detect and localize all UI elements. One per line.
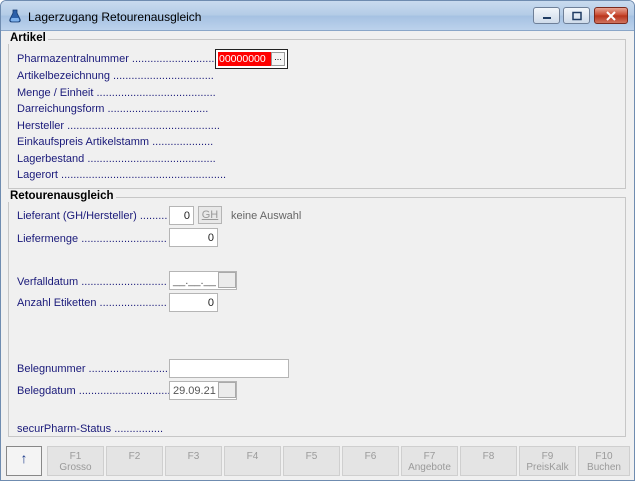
menge-einheit-label: Menge / Einheit ........................… [17,87,216,99]
belegdatum-calendar-button[interactable] [218,382,236,398]
f7-button[interactable]: F7 Angebote [401,446,458,476]
verfalldatum-calendar-button[interactable] [218,272,236,288]
f9-key: F9 [541,451,554,462]
minimize-icon [542,16,551,19]
pzn-value[interactable]: 00000000 [218,52,273,66]
minimize-button[interactable] [533,7,560,24]
etiketten-input[interactable]: 0 [169,293,218,312]
maximize-button[interactable] [563,7,590,24]
window-title: Lagerzugang Retourenausgleich [28,10,202,24]
up-arrow-icon: ↑ [20,450,28,466]
belegdatum-label: Belegdatum .............................… [17,385,171,397]
f5-button[interactable]: F5 [283,446,340,476]
f3-button[interactable]: F3 [165,446,222,476]
liefermenge-input[interactable]: 0 [169,228,218,247]
f9-label: PreisKalk [526,462,569,473]
f10-key: F10 [595,451,613,462]
up-arrow-button[interactable]: ↑ [6,446,42,476]
f10-label: Buchen [587,462,621,473]
belegnummer-input[interactable] [169,359,289,378]
main-window: Lagerzugang Retourenausgleich Artikel Ph… [0,0,635,481]
function-key-bar: ↑ F1 Grosso F2 F3 F4 F5 F6 F7 Angebote F8 … [6,446,630,476]
close-icon [606,10,616,21]
belegnummer-label: Belegnummer ........................... [17,363,172,375]
lagerort-label: Lagerort ...............................… [17,169,227,181]
lieferant-input[interactable]: 0 [169,206,194,225]
f3-key: F3 [187,451,200,462]
pzn-field[interactable]: 00000000 ... [215,49,288,69]
retoure-group-title: Retourenausgleich [8,190,116,202]
maximize-icon [571,11,582,20]
f1-key: F1 [69,451,82,462]
f4-button[interactable]: F4 [224,446,281,476]
f2-button[interactable]: F2 [106,446,163,476]
f6-key: F6 [364,451,377,462]
gh-button[interactable]: GH [198,206,222,224]
liefermenge-label: Liefermenge ............................ [17,233,167,245]
f5-key: F5 [305,451,318,462]
securpharm-label: securPharm-Status ................ [17,423,164,435]
f4-key: F4 [246,451,259,462]
hersteller-label: Hersteller .............................… [17,120,220,132]
einkaufspreis-label: Einkaufspreis Artikelstamm .............… [17,136,214,148]
f1-button[interactable]: F1 Grosso [47,446,104,476]
dialog-content: Artikel Pharmazentralnummer ............… [1,31,634,480]
f8-button[interactable]: F8 [460,446,517,476]
pzn-label: Pharmazentralnummer ....................… [17,53,224,65]
artikelbezeichnung-label: Artikelbezeichnung .....................… [17,70,214,82]
f1-label: Grosso [59,462,92,473]
close-button[interactable] [594,7,628,24]
artikel-group-title: Artikel [8,32,48,44]
f6-button[interactable]: F6 [342,446,399,476]
app-icon [9,9,21,23]
verfalldatum-label: Verfalldatum ...........................… [17,276,167,288]
f2-key: F2 [128,451,141,462]
lieferant-info: keine Auswahl [231,210,302,222]
lagerbestand-label: Lagerbestand ...........................… [17,153,216,165]
f8-key: F8 [482,451,495,462]
f9-button[interactable]: F9 PreisKalk [519,446,576,476]
f7-key: F7 [423,451,436,462]
f7-label: Angebote [408,462,451,473]
pzn-lookup-button[interactable]: ... [271,52,285,66]
f10-button[interactable]: F10 Buchen [578,446,630,476]
darreichungsform-label: Darreichungsform .......................… [17,103,209,115]
lieferant-label: Lieferant (GH/Hersteller) ......... [17,210,168,222]
etiketten-label: Anzahl Etiketten ...................... [17,297,167,309]
title-bar[interactable]: Lagerzugang Retourenausgleich [1,1,634,31]
